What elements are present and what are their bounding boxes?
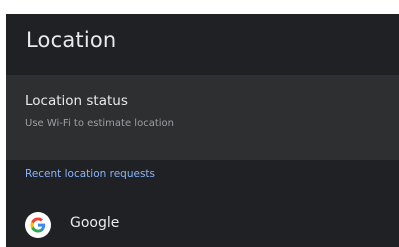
app-bar: Location <box>6 14 399 73</box>
location-status-subtitle: Use Wi-Fi to estimate location <box>25 118 174 129</box>
app-name: Google <box>70 215 120 231</box>
location-status-item[interactable]: Location status Use Wi-Fi to estimate lo… <box>6 75 399 160</box>
recent-requests-header: Recent location requests <box>25 168 156 180</box>
page-title: Location <box>26 28 117 52</box>
google-g-icon <box>25 212 51 238</box>
location-settings-screen: Location Location status Use Wi-Fi to es… <box>6 14 399 247</box>
location-status-title: Location status <box>25 93 128 109</box>
app-item-google[interactable]: Google <box>6 200 399 247</box>
